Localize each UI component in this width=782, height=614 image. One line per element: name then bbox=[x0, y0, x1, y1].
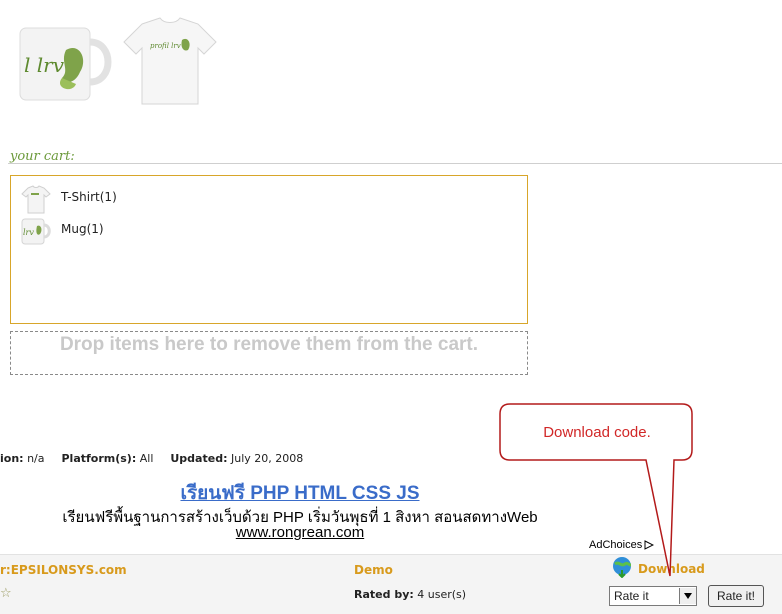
rated-value: 4 user(s) bbox=[417, 588, 467, 601]
version-value: n/a bbox=[27, 452, 45, 465]
mug-product-image[interactable]: l lrv bbox=[18, 20, 114, 106]
platform-label: Platform(s): bbox=[61, 452, 137, 465]
rate-it-button[interactable]: Rate it! bbox=[708, 585, 764, 607]
svg-text:lrv: lrv bbox=[23, 228, 34, 237]
remove-drop-zone[interactable]: Drop items here to remove them from the … bbox=[10, 331, 528, 375]
cart-item-mug[interactable]: lrv Mug(1) bbox=[21, 216, 104, 246]
rated-by: Rated by: 4 user(s) bbox=[354, 588, 466, 601]
updated-value: July 20, 2008 bbox=[230, 452, 304, 465]
svg-text:l lrv: l lrv bbox=[24, 53, 65, 77]
cart-item-label: T-Shirt(1) bbox=[61, 190, 117, 204]
drop-zone-text: Drop items here to remove them from the … bbox=[59, 334, 479, 355]
rating-select[interactable]: Rate it bbox=[609, 586, 697, 606]
cart-item-tshirt[interactable]: T-Shirt(1) bbox=[21, 184, 117, 214]
project-meta: ion: n/a Platform(s): All Updated: July … bbox=[0, 452, 303, 465]
cart-box[interactable]: T-Shirt(1) lrv Mug(1) bbox=[10, 175, 528, 324]
star-icon: ☆ bbox=[0, 586, 12, 601]
demo-link[interactable]: Demo bbox=[354, 563, 393, 577]
dropdown-arrow-icon bbox=[679, 588, 696, 604]
rated-label: Rated by: bbox=[354, 588, 414, 601]
divider bbox=[8, 163, 782, 164]
tshirt-product-image[interactable]: profil lrv bbox=[120, 14, 220, 108]
callout-text: Download code. bbox=[543, 424, 651, 441]
mug-thumbnail-icon: lrv bbox=[21, 218, 51, 245]
tshirt-thumbnail-icon bbox=[21, 185, 51, 214]
rating-select-value: Rate it bbox=[614, 589, 649, 603]
platform-value: All bbox=[139, 452, 154, 465]
updated-label: Updated: bbox=[170, 452, 228, 465]
cart-title: your cart: bbox=[10, 149, 75, 164]
cart-item-label: Mug(1) bbox=[61, 222, 104, 236]
version-label: ion: bbox=[0, 452, 24, 465]
author-link[interactable]: r:EPSILONSYS.com bbox=[0, 563, 127, 577]
svg-text:profil lrv: profil lrv bbox=[150, 42, 181, 50]
